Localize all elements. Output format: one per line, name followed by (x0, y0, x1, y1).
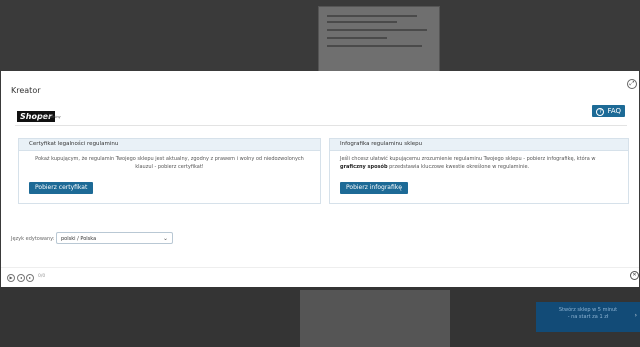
faq-button[interactable]: ? FAQ (592, 105, 625, 117)
logo-sub: regulaminy (41, 115, 61, 119)
background-document (318, 6, 440, 72)
shoper-logo: Shoper regulaminy (17, 104, 63, 122)
promo-banner[interactable]: Stwórz sklep w 5 minut - na start za 1 z… (536, 302, 640, 332)
question-icon: ? (596, 108, 605, 116)
divider (15, 125, 627, 126)
play-icon[interactable]: ▶ (7, 274, 15, 282)
language-label: Język edytowany: (11, 236, 55, 242)
prev-icon[interactable]: ◂ (17, 274, 25, 282)
download-certificate-button[interactable]: Pobierz certyfikat (29, 182, 94, 194)
promo-line1: Stwórz sklep w 5 minut (558, 307, 618, 313)
promo-line2: - na start za 1 zł (567, 314, 609, 320)
expand-icon[interactable]: ⤢ (627, 79, 637, 89)
infographic-text-pre: Jeśli chcesz ułatwić kupującemu zrozumie… (340, 156, 596, 162)
download-infographic-button[interactable]: Pobierz infografikę (340, 182, 408, 194)
certificate-heading: Certyfikat legalności regulaminu (19, 139, 320, 151)
infographic-heading: Infografika regulaminu sklepu (330, 139, 628, 151)
certificate-panel: Certyfikat legalności regulaminu Pokaż k… (18, 138, 321, 204)
certificate-text: Pokaż kupującym, że regulamin Twojego sk… (35, 156, 304, 170)
background-document-lower (300, 290, 450, 347)
faq-label: FAQ (607, 107, 621, 115)
close-icon[interactable]: ✕ (630, 271, 639, 280)
infographic-text-post: przedstawia kluczowe kwestie określone w… (387, 164, 530, 170)
kreator-modal: Kreator ⤢ Shoper regulaminy ? FAQ Certyfi… (1, 71, 639, 287)
pager-indicator: 0/0 (38, 274, 46, 279)
promo-arrow-icon[interactable]: › (635, 312, 637, 319)
chevron-down-icon: ⌄ (162, 235, 168, 242)
infographic-panel: Infografika regulaminu sklepu Jeśli chce… (329, 138, 629, 204)
next-icon[interactable]: ▸ (26, 274, 34, 282)
infographic-text: Jeśli chcesz ułatwić kupującemu zrozumie… (330, 151, 628, 171)
language-select[interactable]: polski / Polska ⌄ (56, 232, 173, 244)
bottom-divider (1, 267, 639, 268)
infographic-text-bold: graficzny sposób (340, 164, 388, 170)
language-selected: polski / Polska (61, 236, 97, 242)
modal-title: Kreator (11, 86, 41, 95)
